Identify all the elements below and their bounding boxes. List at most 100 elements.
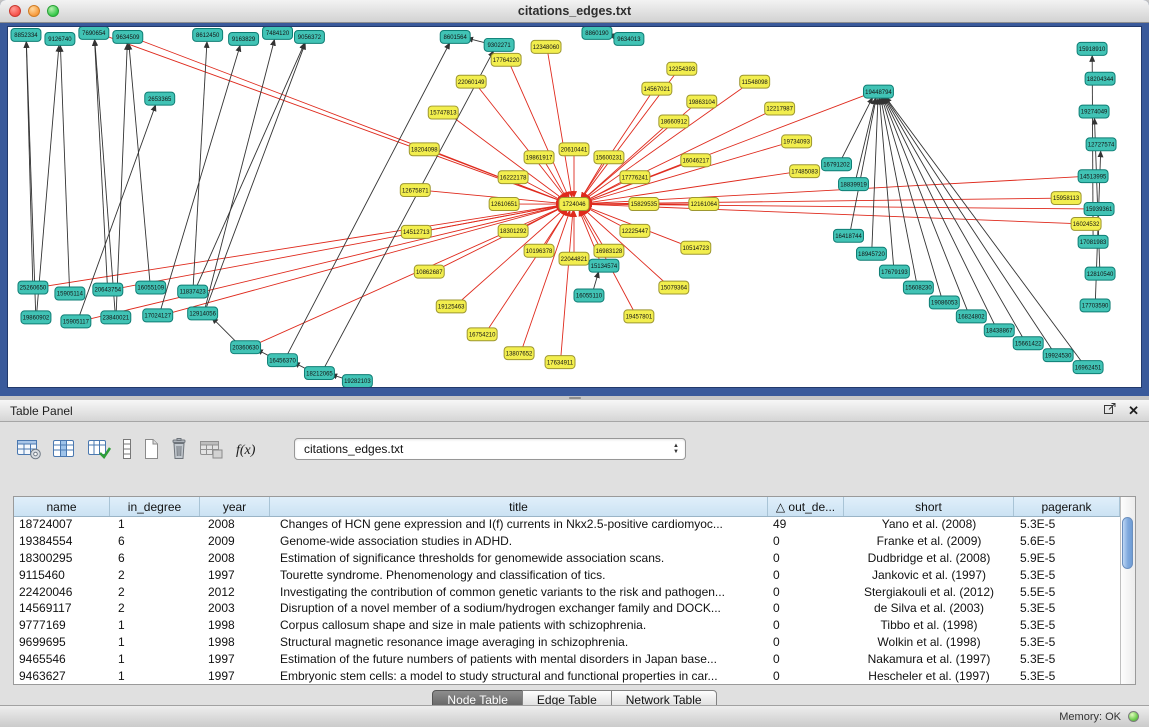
graph-node[interactable]: 19086053 — [929, 296, 959, 309]
graph-edge[interactable] — [586, 176, 1084, 203]
graph-node[interactable]: 9056372 — [294, 30, 324, 43]
graph-node[interactable]: 15829535 — [629, 198, 659, 211]
graph-node[interactable]: 18945720 — [857, 247, 887, 260]
graph-edge[interactable] — [117, 205, 563, 288]
network-canvas[interactable]: 1724046158295351222544716983128220448211… — [8, 27, 1141, 387]
function-builder-button[interactable]: f(x) — [233, 436, 261, 462]
table-row[interactable]: 2242004622012Investigating the contribut… — [14, 584, 1120, 601]
graph-node[interactable]: 12675871 — [400, 184, 430, 197]
graph-node[interactable]: 9163829 — [229, 32, 259, 45]
delete-table-button[interactable] — [169, 436, 189, 462]
graph-node[interactable]: 9634013 — [614, 32, 644, 45]
graph-node[interactable]: 7690654 — [79, 27, 109, 39]
graph-edge[interactable] — [883, 98, 968, 312]
graph-node[interactable]: 12610651 — [489, 198, 519, 211]
graph-node[interactable]: 15079364 — [659, 281, 689, 294]
graph-node[interactable]: 13807652 — [504, 347, 534, 360]
graph-edge[interactable] — [324, 51, 494, 369]
graph-node[interactable]: 15747813 — [428, 106, 458, 119]
graph-node[interactable]: 12810540 — [1085, 267, 1115, 280]
graph-node[interactable]: 16046217 — [681, 154, 711, 167]
graph-node[interactable]: 17485083 — [790, 165, 820, 178]
graph-node[interactable]: 19734093 — [782, 135, 812, 148]
graph-node[interactable]: 19863104 — [687, 95, 717, 108]
graph-node[interactable]: 19125463 — [436, 300, 466, 313]
graph-node[interactable]: 20360630 — [231, 341, 261, 354]
column-header-title[interactable]: title — [270, 497, 768, 516]
graph-edge[interactable] — [95, 40, 108, 285]
graph-node[interactable]: 12348060 — [531, 40, 561, 53]
graph-node[interactable]: 19448794 — [863, 85, 893, 98]
graph-node[interactable]: 18660912 — [659, 115, 689, 128]
graph-node[interactable]: 7484120 — [263, 27, 293, 39]
graph-node[interactable]: 17081983 — [1078, 235, 1108, 248]
graph-node[interactable]: 25260650 — [18, 281, 48, 294]
graph-node[interactable]: 15661422 — [1013, 337, 1043, 350]
graph-node[interactable]: 18839919 — [839, 178, 869, 191]
graph-node[interactable]: 16754210 — [467, 328, 497, 341]
graph-node[interactable]: 8612450 — [193, 28, 223, 41]
close-panel-icon[interactable]: ✕ — [1128, 404, 1139, 417]
graph-edge[interactable] — [850, 99, 876, 231]
graph-edge[interactable] — [287, 43, 450, 356]
graph-edge[interactable] — [522, 211, 570, 349]
row-tools-button[interactable] — [121, 436, 133, 462]
graph-node[interactable]: 16456370 — [268, 354, 298, 367]
table-row[interactable]: 1830029562008Estimation of significance … — [14, 550, 1120, 567]
graph-edge[interactable] — [95, 40, 115, 312]
graph-edge[interactable] — [548, 52, 572, 197]
table-row[interactable]: 1456911722003Disruption of a novel membe… — [14, 600, 1120, 617]
graph-node[interactable]: 2653365 — [145, 92, 175, 105]
new-file-button[interactable] — [142, 436, 160, 462]
graph-node[interactable]: 17024127 — [143, 309, 173, 322]
graph-node[interactable]: 15905117 — [61, 315, 91, 328]
graph-node[interactable]: 19860902 — [21, 311, 51, 324]
graph-node[interactable]: 18301292 — [498, 224, 528, 237]
graph-edge[interactable] — [129, 44, 150, 283]
graph-edge[interactable] — [593, 272, 599, 291]
graph-node[interactable]: 17703590 — [1080, 299, 1110, 312]
graph-node[interactable]: 16983128 — [594, 244, 624, 257]
graph-node[interactable]: 22044821 — [559, 252, 589, 265]
graph-node[interactable]: 17776241 — [620, 171, 650, 184]
window-titlebar[interactable]: citations_edges.txt — [0, 0, 1149, 23]
graph-node[interactable]: 16824802 — [956, 310, 986, 323]
import-table-button[interactable] — [86, 436, 112, 462]
graph-node[interactable]: 16024532 — [1071, 217, 1101, 230]
minimize-window-button[interactable] — [28, 5, 40, 17]
graph-node[interactable]: 12914056 — [188, 307, 218, 320]
graph-edge[interactable] — [437, 207, 563, 270]
column-header-out_degree[interactable]: △ out_de... — [768, 497, 844, 516]
graph-node[interactable]: 17764220 — [491, 53, 521, 66]
graph-node[interactable]: 9634509 — [113, 30, 143, 43]
graph-node[interactable]: 16418744 — [834, 229, 864, 242]
graph-node[interactable]: 17679193 — [879, 265, 909, 278]
table-selector-dropdown[interactable]: citations_edges.txt ▲▼ — [294, 438, 686, 460]
graph-edge[interactable] — [37, 46, 59, 313]
vertical-scrollbar[interactable] — [1120, 497, 1135, 684]
graph-edge[interactable] — [85, 206, 563, 321]
graph-node[interactable]: 19924530 — [1043, 349, 1073, 362]
table-row[interactable]: 946362711997Embryonic stem cells: a mode… — [14, 668, 1120, 684]
float-panel-icon[interactable] — [1103, 402, 1117, 420]
graph-node[interactable]: 16055109 — [136, 281, 166, 294]
table-row[interactable]: 911546021997Tourette syndrome. Phenomeno… — [14, 567, 1120, 584]
graph-node[interactable]: 11837423 — [178, 285, 208, 298]
graph-edge[interactable] — [586, 204, 1090, 209]
graph-node[interactable]: 9126740 — [45, 32, 75, 45]
graph-node[interactable]: 18212065 — [304, 367, 334, 380]
graph-node[interactable]: 14513995 — [1078, 170, 1108, 183]
graph-node[interactable]: 19861917 — [524, 151, 554, 164]
graph-edge[interactable] — [585, 93, 870, 201]
column-header-name[interactable]: name — [14, 497, 110, 516]
graph-node[interactable]: 15600231 — [594, 151, 624, 164]
graph-node[interactable]: 14512713 — [401, 225, 431, 238]
graph-node[interactable]: 19457801 — [624, 310, 654, 323]
graph-node[interactable]: 12727574 — [1086, 138, 1116, 151]
graph-edge[interactable] — [212, 318, 238, 344]
graph-node[interactable]: 12225447 — [620, 224, 650, 237]
graph-node[interactable]: 17634911 — [545, 356, 575, 369]
graph-node[interactable]: 15134574 — [589, 259, 619, 272]
graph-node[interactable]: 8860190 — [582, 27, 612, 39]
merge-tables-button[interactable] — [198, 436, 224, 462]
